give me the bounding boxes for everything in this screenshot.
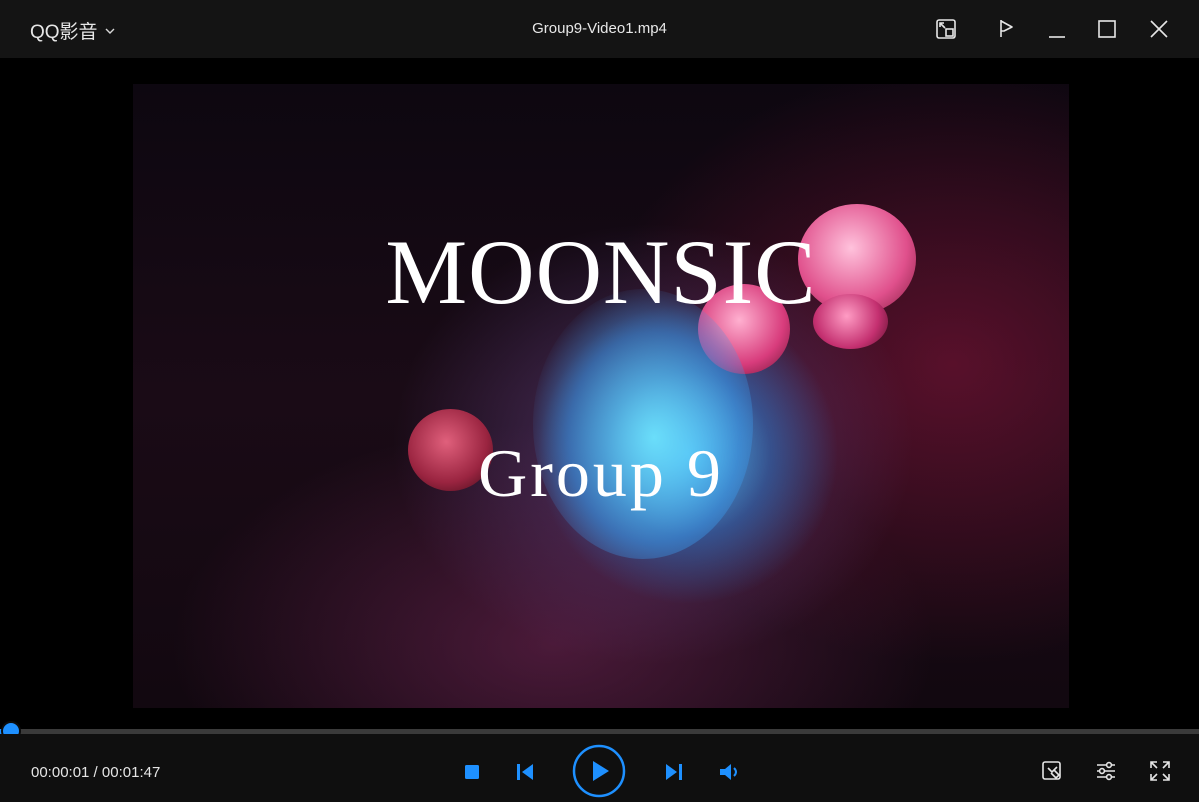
maximize-button[interactable] <box>1093 15 1121 43</box>
window-title: Group9-Video1.mp4 <box>532 20 667 37</box>
next-button[interactable] <box>662 760 686 784</box>
app-name: QQ影音 <box>30 22 98 43</box>
app-menu-button[interactable]: QQ影音 <box>30 17 116 44</box>
close-icon <box>1150 20 1168 38</box>
next-icon <box>666 764 682 780</box>
glow-orb <box>533 289 753 559</box>
screenshot-tools-button[interactable] <box>1039 758 1065 784</box>
fullscreen-icon <box>1150 761 1170 781</box>
time-display: 00:00:01 / 00:01:47 <box>31 764 160 781</box>
minimize-button[interactable] <box>1043 15 1071 43</box>
control-bar: 00:00:01 / 00:01:47 <box>0 734 1199 802</box>
settings-sliders-icon <box>1097 761 1115 781</box>
play-icon <box>572 744 626 798</box>
fullscreen-button[interactable] <box>1147 758 1173 784</box>
minimize-icon <box>1049 36 1065 38</box>
volume-icon <box>720 764 737 780</box>
time-separator: / <box>89 764 102 781</box>
screenshot-tools-icon <box>1042 761 1061 780</box>
previous-icon <box>517 764 533 780</box>
video-frame: MOONSIC Group 9 <box>133 84 1069 708</box>
settings-button[interactable] <box>1093 758 1119 784</box>
mini-mode-button[interactable] <box>932 15 960 43</box>
chevron-down-icon <box>105 28 115 34</box>
pin-icon <box>1000 20 1013 37</box>
mini-mode-icon <box>936 19 956 39</box>
current-time: 00:00:01 <box>31 764 90 781</box>
play-button[interactable] <box>572 744 626 798</box>
total-time: 00:01:47 <box>101 764 161 781</box>
pin-button[interactable] <box>990 15 1018 43</box>
maximize-icon <box>1098 20 1116 38</box>
stop-icon <box>465 765 479 779</box>
video-title-text: MOONSIC <box>385 221 817 323</box>
title-bar: QQ影音 Group9-Video1.mp4 <box>0 0 1199 58</box>
video-subtitle-text: Group 9 <box>478 435 724 511</box>
video-area[interactable]: MOONSIC Group 9 <box>0 58 1199 728</box>
close-button[interactable] <box>1145 15 1173 43</box>
previous-button[interactable] <box>513 760 537 784</box>
volume-button[interactable] <box>718 760 744 784</box>
stop-button[interactable] <box>460 760 484 784</box>
